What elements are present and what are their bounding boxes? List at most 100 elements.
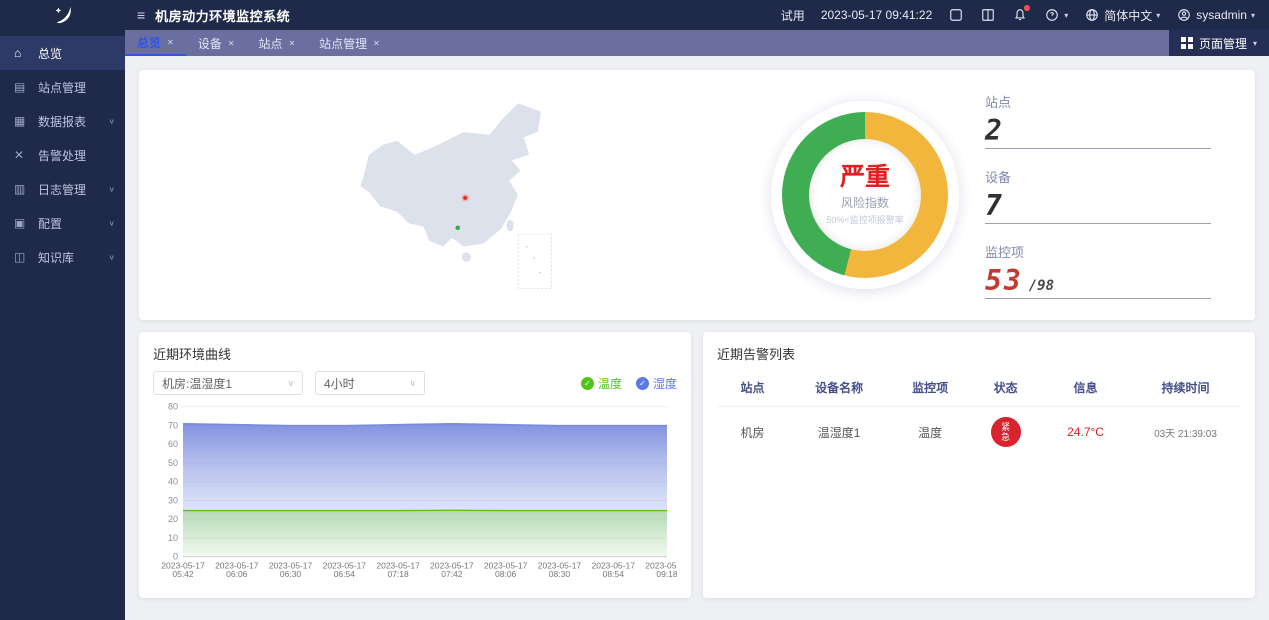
caret-down-icon: ▾ <box>1253 39 1257 48</box>
map-marker-alarm[interactable] <box>462 195 468 201</box>
island-dot <box>526 246 528 248</box>
content-area: 严重 风险指数 50%<监控项报警率 站点2设备7监控项53/98 近 <box>125 56 1269 620</box>
sidebar-item-3[interactable]: ✕告警处理 <box>0 138 125 172</box>
caret-down-icon: ▾ <box>1064 11 1068 20</box>
stat-2: 监控项53/98 <box>985 242 1211 299</box>
close-icon[interactable]: ✕ <box>167 38 174 47</box>
top-bar-right: 试用 2023-05-17 09:41:22 ▾ <box>781 7 1269 24</box>
svg-text:2023-05-1705:42: 2023-05-1705:42 <box>161 561 205 580</box>
sidebar-item-6[interactable]: ◫知识库∨ <box>0 240 125 274</box>
sidebar-item-4[interactable]: ▥ 日志管理∨ <box>0 172 125 206</box>
tab-1[interactable]: 设备✕ <box>186 30 247 56</box>
language-label: 简体中文 <box>1104 7 1152 24</box>
notification-bell-icon[interactable] <box>1012 7 1028 23</box>
app-title: 机房动力环境监控系统 <box>155 6 290 25</box>
alarm-duration: 03天 21:39:03 <box>1130 425 1241 440</box>
hamburger-icon[interactable]: ≡ <box>137 7 145 23</box>
alarm-col-header: 信息 <box>1041 379 1130 396</box>
alarm-info: 24.7°C <box>1041 425 1130 439</box>
grid-icon <box>1181 37 1193 49</box>
sidebar-item-label: 日志管理 <box>38 181 108 198</box>
help-dropdown[interactable]: ▾ <box>1044 7 1068 23</box>
alarm-site: 机房 <box>717 424 788 441</box>
alarm-row-0[interactable]: 机房温湿度1温度紧急24.7°C03天 21:39:03 <box>717 407 1241 457</box>
tab-bar: 总览✕设备✕站点✕ 站点管理 ✕ 页面管理 ▾ <box>125 30 1269 56</box>
legend-item-1[interactable]: ✓ 湿度 <box>636 375 677 392</box>
time-range-select[interactable]: 4小时 ∨ <box>315 371 425 395</box>
chevron-down-icon: ∨ <box>108 185 115 194</box>
stat-value: 2 <box>985 117 1004 145</box>
caret-down-icon: ▾ <box>1251 11 1255 20</box>
app-window: ≡ 机房动力环境监控系统 试用 2023-05-17 09:41:22 ▾ <box>0 0 1269 620</box>
svg-text:2023-05-1706:06: 2023-05-1706:06 <box>215 561 259 580</box>
device-select-value: 机房:温湿度1 <box>162 375 232 392</box>
overview-stats: 站点2 设备 7 监控项53/98 <box>985 92 1235 299</box>
alarm-device: 温湿度1 <box>788 424 890 441</box>
risk-level-text: 严重 <box>840 164 890 192</box>
tab-label: 站点管理 <box>319 35 367 52</box>
tab-3[interactable]: 站点管理 ✕ <box>307 30 392 56</box>
tab-0[interactable]: 总览✕ <box>125 30 186 56</box>
sidebar-item-label: 数据报表 <box>38 113 108 130</box>
app-logo[interactable] <box>0 0 125 30</box>
sidebar-item-0[interactable]: ⌂ 总览 <box>0 36 125 70</box>
sidebar-item-5[interactable]: ▣配置∨ <box>0 206 125 240</box>
user-dropdown[interactable]: sysadmin ▾ <box>1176 7 1255 23</box>
alarm-col-header: 持续时间 <box>1130 379 1241 396</box>
alarm-col-header: 状态 <box>970 379 1041 396</box>
check-circle-icon: ✓ <box>636 377 649 390</box>
knowledge-icon: ◫ <box>14 250 30 264</box>
chevron-down-icon: ∨ <box>287 378 294 389</box>
svg-text:2023-05-1709:18: 2023-05-1709:18 <box>645 561 677 580</box>
home-icon: ⌂ <box>14 46 30 60</box>
fullscreen-icon[interactable] <box>948 7 964 23</box>
stat-0: 站点2 <box>985 92 1211 149</box>
map-marker-normal[interactable] <box>455 225 460 230</box>
svg-text:60: 60 <box>168 439 178 449</box>
caret-down-icon: ▾ <box>1156 11 1160 20</box>
log-icon: ▥ <box>14 182 30 196</box>
sidebar-item-1[interactable]: ▤站点管理 <box>0 70 125 104</box>
svg-text:70: 70 <box>168 421 178 431</box>
device-select[interactable]: 机房:温湿度1 ∨ <box>153 371 303 395</box>
time-range-value: 4小时 <box>324 375 355 392</box>
close-icon[interactable]: ✕ <box>288 39 295 48</box>
series-area-1 <box>183 510 667 556</box>
svg-text:2023-05-1708:30: 2023-05-1708:30 <box>538 561 582 580</box>
alarm-col-header: 设备名称 <box>788 379 890 396</box>
alarm-tools-icon: ✕ <box>14 148 30 162</box>
svg-text:2023-05-1707:42: 2023-05-1707:42 <box>430 561 474 580</box>
env-line-chart: 010203040506070802023-05-1705:422023-05-… <box>153 399 677 586</box>
close-icon[interactable]: ✕ <box>373 39 380 48</box>
hainan-shape <box>462 253 471 262</box>
chevron-down-icon: ∨ <box>108 219 115 228</box>
stat-label: 设备 <box>985 167 1211 186</box>
legend-label: 湿度 <box>653 375 677 392</box>
tabs: 总览✕设备✕站点✕ 站点管理 ✕ <box>125 30 392 56</box>
risk-donut-ring: 严重 风险指数 50%<监控项报警率 <box>782 112 948 278</box>
globe-icon <box>1084 7 1100 23</box>
env-curve-title: 近期环境曲线 <box>153 344 677 363</box>
stat-value: 7 <box>985 192 1004 220</box>
notification-dot <box>1024 5 1030 11</box>
sidebar-item-label: 总览 <box>38 45 115 62</box>
page-manage-button[interactable]: 页面管理 ▾ <box>1169 30 1269 56</box>
china-map <box>159 80 745 310</box>
status-badge: 紧急 <box>991 417 1021 447</box>
tab-2[interactable]: 站点✕ <box>246 30 307 56</box>
sidebar-item-label: 站点管理 <box>38 79 115 96</box>
top-bar: ≡ 机房动力环境监控系统 试用 2023-05-17 09:41:22 ▾ <box>0 0 1269 30</box>
alarm-table-body: 机房温湿度1温度紧急24.7°C03天 21:39:03 <box>717 407 1241 457</box>
split-screen-icon[interactable] <box>980 7 996 23</box>
svg-text:30: 30 <box>168 496 178 506</box>
chart-legend: ✓温度 ✓ 湿度 <box>581 375 677 392</box>
legend-item-0[interactable]: ✓温度 <box>581 375 622 392</box>
language-dropdown[interactable]: 简体中文 ▾ <box>1084 7 1160 24</box>
sidebar-item-label: 知识库 <box>38 249 108 266</box>
username-label: sysadmin <box>1196 8 1247 22</box>
stat-label: 监控项 <box>985 242 1211 261</box>
alarm-table-header: 站点设备名称监控项状态信息持续时间 <box>717 371 1241 407</box>
sidebar-item-2[interactable]: ▦数据报表∨ <box>0 104 125 138</box>
close-icon[interactable]: ✕ <box>228 39 235 48</box>
env-curve-card: 近期环境曲线 机房:温湿度1 ∨ 4小时 ∨ ✓温度 ✓ 湿度 <box>139 332 691 598</box>
